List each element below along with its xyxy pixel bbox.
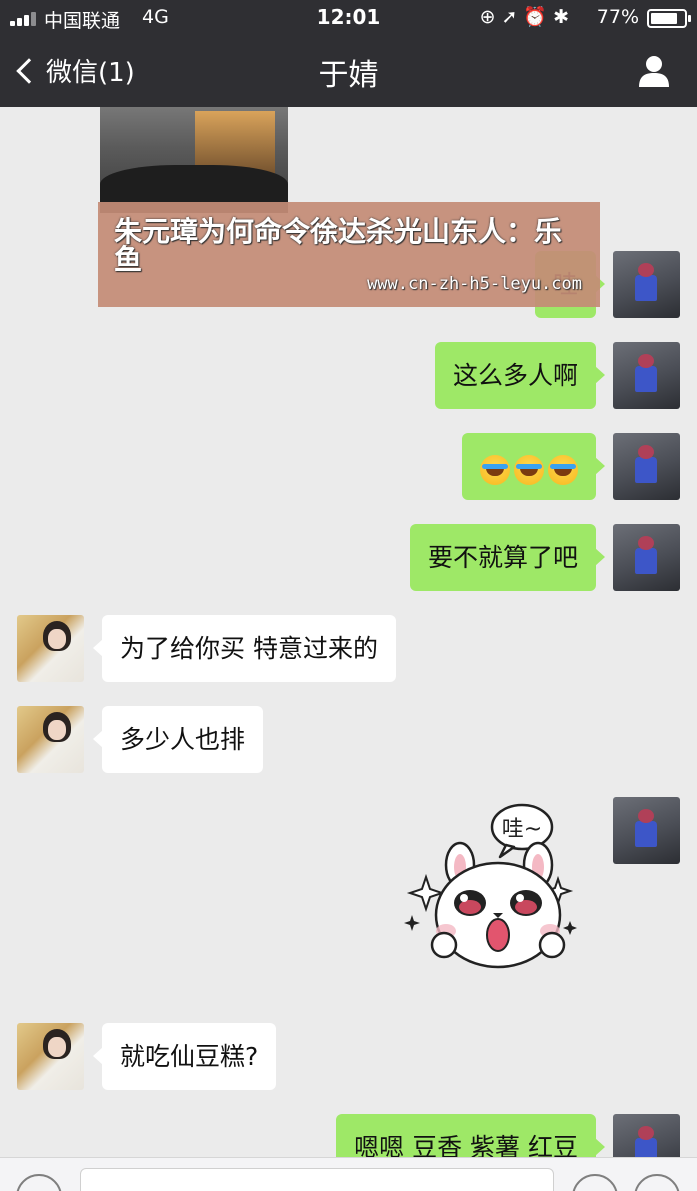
incoming-message[interactable]: 就吃仙豆糕? [92,1023,277,1090]
sticker-text: 哇~ [502,817,542,842]
contact-avatar[interactable] [17,1023,84,1090]
incoming-message[interactable]: 为了给你买 特意过来的 [93,615,396,682]
outgoing-emoji-message[interactable] [462,433,605,500]
clock: 12:01 [316,5,381,29]
my-avatar[interactable] [613,524,680,591]
banner-url[interactable]: www.cn-zh-h5-leyu.com [367,274,582,294]
message-input-bar [0,1157,697,1191]
shared-photo-message[interactable] [100,107,288,213]
my-avatar[interactable] [613,342,680,409]
bunny-sticker-message[interactable]: 哇~ [400,797,590,972]
battery-percentage: 77% [596,6,639,28]
system-status-icons: ⊕➚⏰✱ [480,5,575,28]
crying-laughing-emoji-icon [514,455,544,485]
message-input[interactable] [80,1168,554,1191]
navigation-bar: 微信(1) 于婧 [0,36,697,107]
status-bar: 中国联通 4G 12:01 ⊕➚⏰✱ 77% [0,0,697,36]
chat-title: 于婧 [318,58,379,93]
contact-profile-icon[interactable] [637,54,671,88]
banner-title: 朱元璋为何命令徐达杀光山东人：乐鱼 [114,215,563,276]
more-button[interactable] [634,1174,680,1191]
my-avatar[interactable] [613,433,680,500]
incoming-message[interactable]: 多少人也排 [92,706,264,773]
outgoing-message[interactable]: 这么多人啊 [434,342,606,409]
outgoing-message[interactable]: 要不就算了吧 [409,524,606,591]
location-icon: ➚ [501,6,524,28]
crying-laughing-emoji-icon [548,455,578,485]
battery-fill [651,13,677,24]
battery-icon [647,9,691,28]
alarm-icon: ⏰ [523,6,554,28]
my-avatar[interactable] [613,797,680,864]
outgoing-message[interactable]: 嗯嗯 豆香 紫薯 红豆 [336,1114,605,1157]
voice-toggle-button[interactable] [16,1174,62,1191]
crying-laughing-emoji-icon [480,455,510,485]
overlay-banner[interactable]: 朱元璋为何命令徐达杀光山东人：乐鱼 www.cn-zh-h5-leyu.com [98,202,600,307]
top-bar: 中国联通 4G 12:01 ⊕➚⏰✱ 77% 微信(1) 于婧 [0,0,697,107]
my-avatar[interactable] [613,251,680,318]
orientation-lock-icon: ⊕ [479,6,502,28]
emoji-button[interactable] [572,1174,618,1191]
contact-avatar[interactable] [17,706,84,773]
contact-avatar[interactable] [17,615,84,682]
my-avatar[interactable] [613,1114,680,1157]
bluetooth-icon: ✱ [553,6,575,28]
